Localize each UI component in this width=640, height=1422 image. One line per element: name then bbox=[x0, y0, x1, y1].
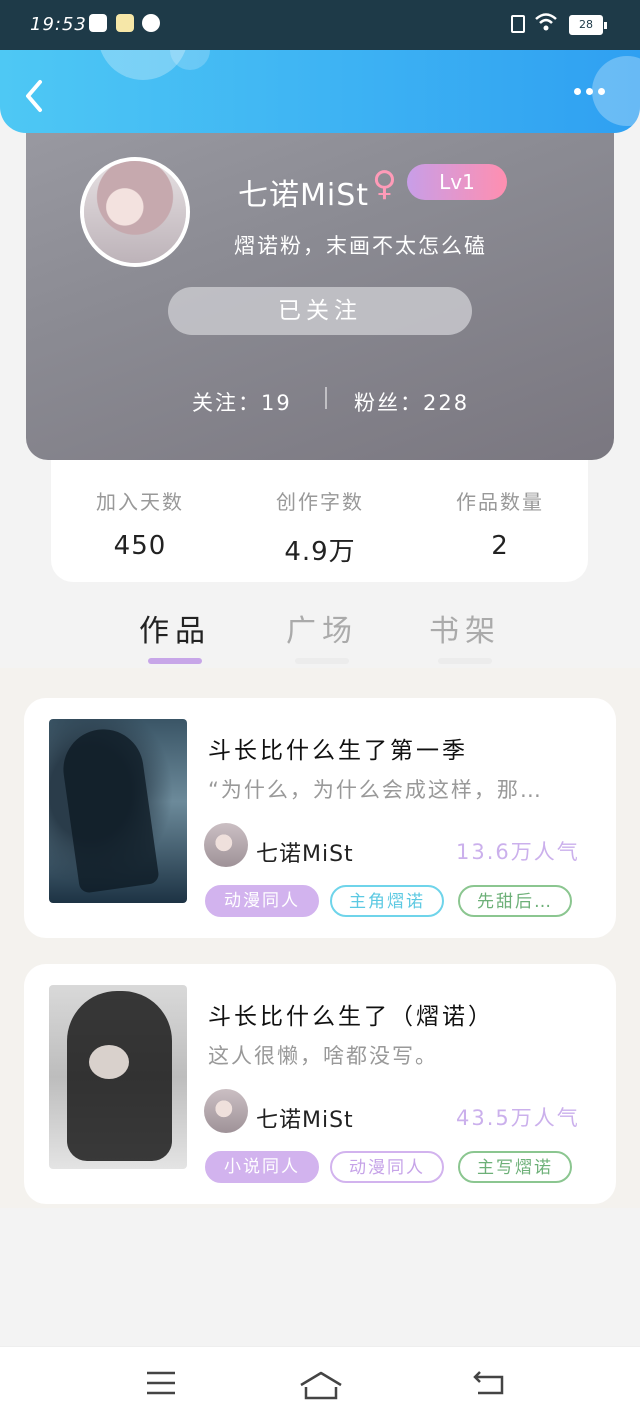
more-dots-icon[interactable] bbox=[574, 88, 605, 95]
fans-count[interactable]: 粉丝：228 bbox=[354, 387, 469, 417]
stats-divider bbox=[325, 387, 327, 409]
female-gender-icon: ♀ bbox=[372, 164, 397, 204]
tab-label: 书架 bbox=[429, 614, 501, 649]
tab-indicator bbox=[148, 658, 202, 664]
word-count-stat: 创作字数 4.9万 bbox=[235, 486, 405, 568]
author-name: 七诺MiSt bbox=[256, 842, 354, 867]
avatar[interactable] bbox=[80, 157, 190, 267]
stat-label: 创作字数 bbox=[276, 490, 364, 514]
level-badge: Lv1 bbox=[407, 164, 507, 200]
system-nav-bar bbox=[0, 1346, 640, 1422]
tag[interactable]: 主角熠诺 bbox=[330, 885, 444, 917]
tag[interactable]: 小说同人 bbox=[205, 1151, 319, 1183]
stat-label: 作品数量 bbox=[456, 490, 544, 514]
follow-stats: 关注：19 粉丝：228 bbox=[26, 385, 614, 419]
tab-works[interactable]: 作品 bbox=[120, 606, 230, 664]
tag[interactable]: 动漫同人 bbox=[205, 885, 319, 917]
face-notification-icon bbox=[116, 14, 134, 32]
work-card[interactable]: 斗长比什么生了第一季 “为什么，为什么会成这样，那… 七诺MiSt 13.6万人… bbox=[24, 698, 616, 938]
work-cover-image[interactable] bbox=[49, 719, 187, 903]
no-sim-icon bbox=[511, 15, 525, 33]
app-notification-icon bbox=[89, 14, 107, 32]
home-icon[interactable] bbox=[298, 1369, 344, 1401]
tab-label: 作品 bbox=[139, 614, 211, 649]
chevron-left-icon[interactable] bbox=[20, 78, 50, 114]
popularity-count: 43.5万人气 bbox=[456, 1106, 580, 1130]
status-time: 19:53 bbox=[30, 14, 87, 35]
tab-bookshelf[interactable]: 书架 bbox=[410, 606, 520, 664]
work-description: “为什么，为什么会成这样，那… bbox=[208, 778, 543, 802]
status-bar: 19:53 28 bbox=[0, 0, 640, 50]
stat-label: 加入天数 bbox=[96, 490, 184, 514]
work-card[interactable]: 斗长比什么生了（熠诺） 这人很懒，啥都没写。 七诺MiSt 43.5万人气 小说… bbox=[24, 964, 616, 1204]
work-title: 斗长比什么生了第一季 bbox=[208, 738, 468, 764]
stat-value: 2 bbox=[491, 531, 509, 561]
popularity-count: 13.6万人气 bbox=[456, 840, 580, 864]
summary-card: 加入天数 450 创作字数 4.9万 作品数量 2 bbox=[51, 440, 588, 582]
tab-indicator bbox=[438, 658, 492, 664]
decor-bubble bbox=[170, 50, 210, 70]
back-nav-icon[interactable] bbox=[472, 1369, 506, 1397]
stat-value: 450 bbox=[113, 531, 167, 561]
battery-icon: 28 bbox=[569, 15, 607, 35]
menu-icon[interactable] bbox=[145, 1369, 177, 1397]
wifi-icon bbox=[535, 13, 557, 31]
avatar-image bbox=[84, 161, 186, 263]
works-count-stat: 作品数量 2 bbox=[415, 486, 585, 561]
stat-value: 4.9万 bbox=[284, 537, 356, 567]
username: 七诺MiSt bbox=[238, 178, 370, 213]
work-cover-image[interactable] bbox=[49, 985, 187, 1169]
tab-label: 广场 bbox=[286, 614, 358, 649]
tab-indicator bbox=[295, 658, 349, 664]
compass-notification-icon bbox=[142, 14, 160, 32]
profile-signature: 熠诺粉，末画不太怎么磕 bbox=[234, 234, 487, 258]
author-avatar bbox=[204, 1089, 248, 1133]
followed-button[interactable]: 已关注 bbox=[168, 287, 472, 335]
tab-square[interactable]: 广场 bbox=[267, 606, 377, 664]
work-description: 这人很懒，啥都没写。 bbox=[208, 1044, 438, 1068]
profile-card: 七诺MiSt ♀ Lv1 熠诺粉，末画不太怎么磕 已关注 关注：19 粉丝：22… bbox=[26, 110, 614, 460]
join-days-stat: 加入天数 450 bbox=[55, 486, 225, 561]
top-app-bar bbox=[0, 50, 640, 133]
tag[interactable]: 先甜后… bbox=[458, 885, 572, 917]
tag[interactable]: 主写熠诺 bbox=[458, 1151, 572, 1183]
profile-tabs: 作品 广场 书架 bbox=[0, 600, 640, 670]
author-avatar bbox=[204, 823, 248, 867]
work-title: 斗长比什么生了（熠诺） bbox=[208, 1004, 494, 1030]
following-count[interactable]: 关注：19 bbox=[192, 387, 292, 417]
author-name: 七诺MiSt bbox=[256, 1108, 354, 1133]
tag[interactable]: 动漫同人 bbox=[330, 1151, 444, 1183]
